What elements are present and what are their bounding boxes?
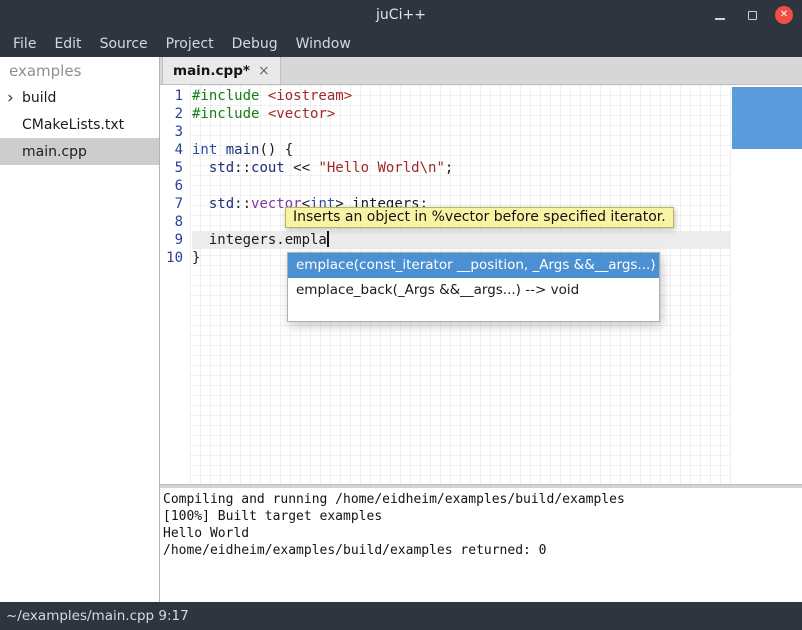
code-line-1: #include <iostream> — [192, 87, 730, 105]
code-token — [192, 160, 209, 176]
code-token — [192, 196, 209, 212]
tree-item-main-cpp[interactable]: main.cpp — [0, 138, 159, 165]
code-token: #include — [192, 106, 268, 122]
status-location: ~/examples/main.cpp 9:17 — [6, 608, 189, 624]
tab-label: main.cpp* — [173, 63, 250, 79]
code-token: cout — [251, 160, 285, 176]
code-token: () { — [259, 142, 293, 158]
tab-main-cpp[interactable]: main.cpp* × — [162, 57, 281, 84]
tree-item-label: CMakeLists.txt — [22, 117, 124, 133]
code-token: <iostream> — [268, 88, 352, 104]
minimize-button[interactable] — [711, 6, 729, 24]
tree-item-label: main.cpp — [22, 144, 87, 160]
code-token: :: — [234, 160, 251, 176]
status-bar: ~/examples/main.cpp 9:17 — [0, 602, 802, 630]
menu-project[interactable]: Project — [157, 30, 223, 57]
scrollbar-thumb[interactable] — [732, 87, 802, 149]
code-token — [217, 142, 225, 158]
line-number: 1 — [160, 87, 183, 105]
code-token: "Hello World\n" — [318, 160, 444, 176]
code-line-2: #include <vector> — [192, 105, 730, 123]
close-button[interactable]: ✕ — [775, 6, 793, 24]
code-token: int — [192, 142, 217, 158]
overview-gutter — [730, 85, 802, 484]
code-token: std — [209, 196, 234, 212]
tree-item-cmakelists-txt[interactable]: CMakeLists.txt — [0, 111, 159, 138]
terminal-line: /home/eidheim/examples/build/examples re… — [163, 542, 802, 559]
code-token: #include — [192, 88, 268, 104]
code-token: ; — [445, 160, 453, 176]
line-number-gutter: 12345678910 — [160, 85, 190, 484]
line-number: 6 — [160, 177, 183, 195]
code-editor[interactable]: 12345678910 #include <iostream>#include … — [160, 85, 802, 484]
code-token: std — [209, 160, 234, 176]
code-token: <vector> — [268, 106, 335, 122]
completion-item[interactable]: emplace_back(_Args &&__args...) --> void — [288, 278, 659, 303]
code-token: << — [285, 160, 319, 176]
code-line-3 — [192, 123, 730, 141]
code-line-9: integers.empla — [192, 231, 730, 249]
code-token: main — [226, 142, 260, 158]
menubar: FileEditSourceProjectDebugWindow — [0, 30, 802, 57]
doc-tooltip: Inserts an object in %vector before spec… — [285, 207, 674, 228]
close-icon: ✕ — [780, 10, 788, 20]
code-line-4: int main() { — [192, 141, 730, 159]
menu-edit[interactable]: Edit — [45, 30, 90, 57]
content-area: examples ›build CMakeLists.txt main.cpp ma… — [0, 57, 802, 602]
terminal-line: Compiling and running /home/eidheim/exam… — [163, 491, 802, 508]
tree-item-build[interactable]: ›build — [0, 84, 159, 111]
code-line-5: std::cout << "Hello World\n"; — [192, 159, 730, 177]
chevron-right-icon: › — [7, 91, 22, 105]
terminal-line: Hello World — [163, 525, 802, 542]
line-number: 4 — [160, 141, 183, 159]
line-number: 3 — [160, 123, 183, 141]
juci-window: juCi++ ✕ FileEditSourceProjectDebugWindo… — [0, 0, 802, 630]
completion-item[interactable]: emplace(const_iterator __position, _Args… — [288, 253, 659, 278]
terminal-output: Compiling and running /home/eidheim/exam… — [160, 488, 802, 602]
file-tree: ›build CMakeLists.txt main.cpp — [0, 84, 159, 165]
code-line-6 — [192, 177, 730, 195]
menu-source[interactable]: Source — [91, 30, 157, 57]
tree-item-label: build — [22, 90, 56, 106]
window-title: juCi++ — [376, 7, 426, 23]
line-number: 10 — [160, 249, 183, 267]
restore-icon — [748, 11, 757, 20]
file-tree-panel: examples ›build CMakeLists.txt main.cpp — [0, 57, 160, 602]
line-number: 7 — [160, 195, 183, 213]
completion-popup: emplace(const_iterator __position, _Args… — [287, 252, 660, 322]
project-name: examples — [0, 57, 159, 84]
code-token: integers.empla — [192, 232, 327, 248]
tab-close-icon[interactable]: × — [258, 63, 270, 79]
text-cursor — [327, 231, 329, 247]
code-token: } — [192, 250, 200, 266]
window-controls: ✕ — [711, 0, 793, 30]
minimize-icon — [715, 18, 725, 20]
terminal-line: [100%] Built target examples — [163, 508, 802, 525]
menu-debug[interactable]: Debug — [223, 30, 287, 57]
main-panel: main.cpp* × 12345678910 #include <iostre… — [160, 57, 802, 602]
line-number: 9 — [160, 231, 183, 249]
line-number: 8 — [160, 213, 183, 231]
code-token: :: — [234, 196, 251, 212]
titlebar[interactable]: juCi++ ✕ — [0, 0, 802, 30]
tab-bar: main.cpp* × — [160, 57, 802, 85]
line-number: 2 — [160, 105, 183, 123]
maximize-button[interactable] — [743, 6, 761, 24]
menu-file[interactable]: File — [4, 30, 45, 57]
menu-window[interactable]: Window — [287, 30, 360, 57]
line-number: 5 — [160, 159, 183, 177]
